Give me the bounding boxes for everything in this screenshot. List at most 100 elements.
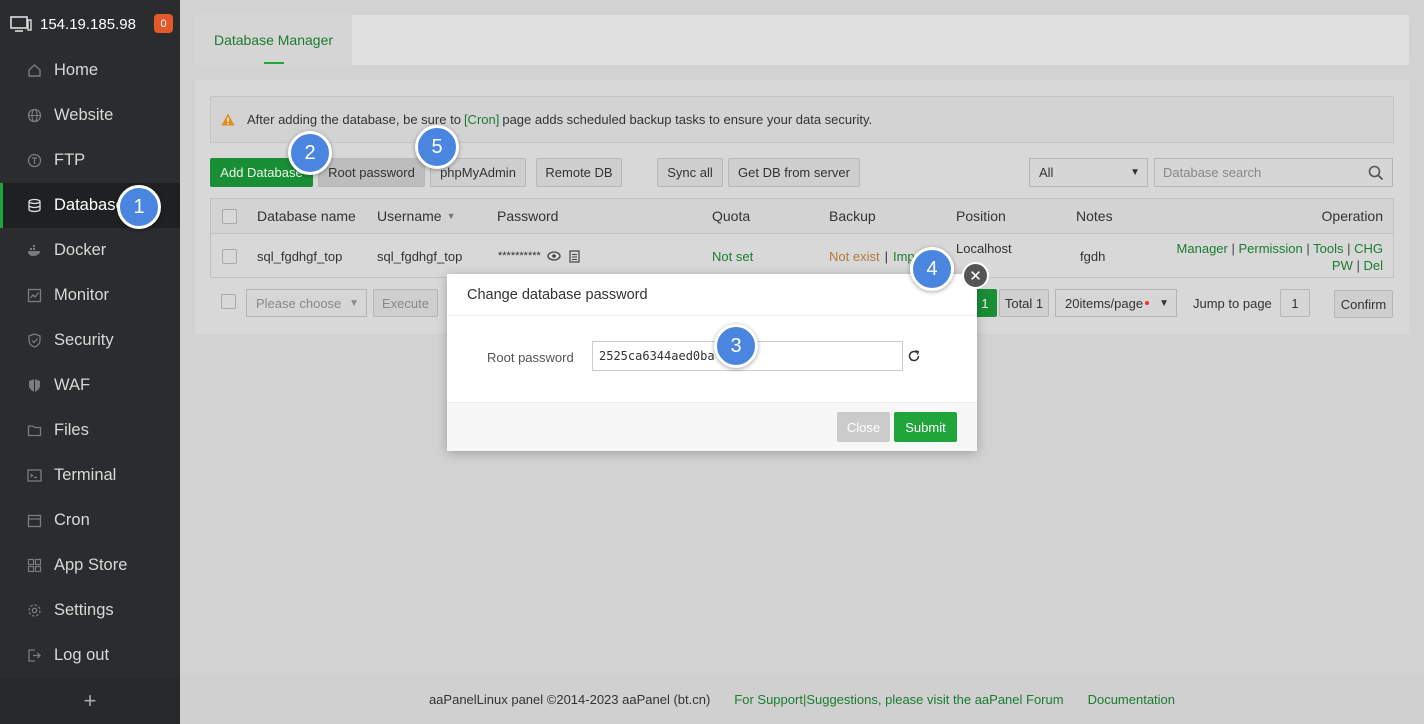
total-count: Total 1: [999, 289, 1049, 317]
table-row: sql_fgdhgf_top sql_fgdhgf_top **********…: [211, 234, 1393, 278]
sidebar-add-button[interactable]: +: [0, 678, 180, 724]
search-icon[interactable]: [1368, 165, 1384, 181]
sidebar-item-label: Home: [54, 61, 99, 79]
sidebar-item-log-out[interactable]: Log out: [0, 633, 180, 678]
notification-badge[interactable]: 0: [154, 14, 173, 33]
header-username-label: Username: [377, 208, 442, 224]
alert-text-prefix: After adding the database, be sure to: [247, 112, 461, 127]
header-backup: Backup: [829, 208, 876, 224]
monitor-icon: [10, 16, 32, 32]
change-password-dialog: Change database password Root password 2…: [447, 274, 977, 451]
header-username[interactable]: Username ▼: [377, 199, 456, 233]
sidebar-nav: Home Website FTP Databases Docker Monito…: [0, 48, 180, 678]
home-icon: [27, 63, 42, 78]
sidebar-item-monitor[interactable]: Monitor: [0, 273, 180, 318]
header-operation: Operation: [1321, 208, 1383, 224]
get-db-from-server-button[interactable]: Get DB from server: [728, 158, 860, 187]
permission-link[interactable]: Permission: [1238, 241, 1302, 256]
sidebar-item-settings[interactable]: Settings: [0, 588, 180, 633]
dialog-body: Root password 2525ca6344aed0ba: [447, 316, 977, 402]
search-placeholder: Database search: [1163, 165, 1262, 180]
cron-link[interactable]: [Cron]: [464, 112, 499, 127]
folder-icon: [27, 423, 42, 438]
sidebar-item-waf[interactable]: WAF: [0, 363, 180, 408]
sidebar-item-label: Docker: [54, 241, 107, 259]
db-password: **********: [498, 234, 580, 278]
sidebar-item-label: Monitor: [54, 286, 110, 304]
filter-select-value: All: [1039, 165, 1054, 180]
sidebar-item-ftp[interactable]: FTP: [0, 138, 180, 183]
header-notes: Notes: [1076, 208, 1113, 224]
row-checkbox[interactable]: [222, 248, 237, 264]
step-marker-1: 1: [117, 185, 161, 229]
tab-database-manager[interactable]: Database Manager: [195, 15, 352, 65]
execute-button[interactable]: Execute: [373, 289, 438, 317]
sort-down-icon: ▼: [446, 211, 456, 221]
db-notes[interactable]: fgdh: [1080, 234, 1105, 278]
server-header: 154.19.185.98 0: [0, 0, 180, 48]
dialog-title: Change database password: [447, 274, 977, 316]
database-icon: [27, 198, 42, 213]
submit-button[interactable]: Submit: [894, 412, 957, 442]
remote-db-button[interactable]: Remote DB: [536, 158, 622, 187]
close-icon[interactable]: ✕: [962, 262, 989, 289]
sync-all-button[interactable]: Sync all: [657, 158, 723, 187]
database-search-input[interactable]: Database search: [1154, 158, 1393, 187]
footer-select-all-checkbox[interactable]: [221, 294, 236, 309]
calendar-icon: [27, 513, 42, 528]
per-page-value: 20items/page: [1065, 295, 1144, 311]
step-marker-2: 2: [288, 131, 332, 175]
sidebar-item-label: Files: [54, 421, 89, 439]
database-table: Database name Username ▼ Password Quota B…: [210, 198, 1394, 278]
step-marker-3: 3: [714, 324, 758, 368]
batch-action-placeholder: Please choose: [256, 295, 342, 311]
monitor-chart-icon: [27, 288, 42, 303]
sidebar-item-label: Terminal: [54, 466, 117, 484]
per-page-select[interactable]: 20items/page ▼: [1055, 289, 1177, 317]
manager-link[interactable]: Manager: [1177, 241, 1228, 256]
select-all-checkbox[interactable]: [222, 208, 237, 224]
tools-link[interactable]: Tools: [1313, 241, 1343, 256]
sidebar: 154.19.185.98 0 Home Website FTP Databas…: [0, 0, 180, 724]
chevron-down-icon: ▼: [1130, 167, 1140, 178]
sidebar-item-files[interactable]: Files: [0, 408, 180, 453]
copy-icon[interactable]: [569, 249, 580, 263]
db-backup: Not exist | Imp: [829, 234, 915, 278]
backup-alert: After adding the database, be sure to [C…: [210, 96, 1394, 143]
backup-status[interactable]: Not exist: [829, 249, 880, 264]
chevron-down-icon: ▼: [349, 298, 359, 309]
header-password: Password: [497, 208, 559, 224]
page-footer: aaPanelLinux panel ©2014-2023 aaPanel (b…: [180, 674, 1424, 724]
eye-icon[interactable]: [547, 251, 561, 261]
sidebar-item-cron[interactable]: Cron: [0, 498, 180, 543]
sidebar-item-home[interactable]: Home: [0, 48, 180, 93]
sidebar-item-label: FTP: [54, 151, 86, 169]
db-quota[interactable]: Not set: [712, 234, 753, 278]
sidebar-item-terminal[interactable]: Terminal: [0, 453, 180, 498]
password-mask: **********: [498, 250, 541, 262]
backup-separator: |: [884, 248, 888, 264]
db-username: sql_fgdhgf_top: [377, 248, 463, 264]
header-database-name[interactable]: Database name: [257, 199, 356, 233]
sidebar-item-website[interactable]: Website: [0, 93, 180, 138]
confirm-button[interactable]: Confirm: [1334, 290, 1393, 318]
filter-select[interactable]: All ▼: [1029, 158, 1148, 187]
jump-page-input[interactable]: 1: [1280, 289, 1310, 317]
root-password-label: Root password: [487, 350, 574, 365]
delete-link[interactable]: Del: [1363, 258, 1383, 273]
sidebar-item-security[interactable]: Security: [0, 318, 180, 363]
batch-action-select[interactable]: Please choose ▼: [246, 289, 367, 317]
sidebar-item-app-store[interactable]: App Store: [0, 543, 180, 588]
sidebar-item-label: App Store: [54, 556, 128, 574]
chevron-down-icon: ▼: [1159, 298, 1169, 309]
sidebar-item-label: Log out: [54, 646, 110, 664]
support-forum-link[interactable]: For Support|Suggestions, please visit th…: [734, 692, 1063, 707]
globe-icon: [27, 108, 42, 123]
refresh-icon[interactable]: [907, 349, 921, 363]
documentation-link[interactable]: Documentation: [1088, 692, 1175, 707]
close-button[interactable]: Close: [837, 412, 890, 442]
db-name: sql_fgdhgf_top: [257, 248, 343, 264]
sidebar-item-label: Website: [54, 106, 114, 124]
root-password-button[interactable]: Root password: [318, 158, 425, 187]
sidebar-item-docker[interactable]: Docker: [0, 228, 180, 273]
